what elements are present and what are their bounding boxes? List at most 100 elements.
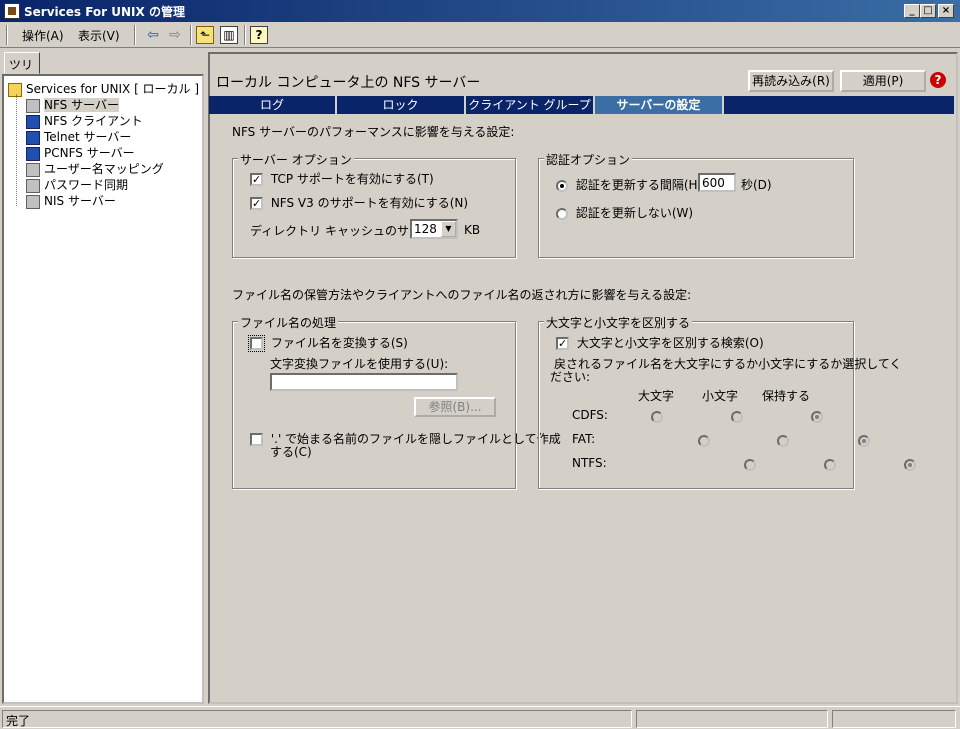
tab-lock[interactable]: ロック: [337, 96, 466, 114]
apply-button[interactable]: 適用(P): [840, 70, 926, 92]
case-description: 戻されるファイル名を大文字にするか小文字にするか選択してく: [554, 357, 902, 371]
tree-connector: [16, 94, 17, 206]
server-options-legend: サーバー オプション: [238, 151, 354, 168]
cache-size-value: 128: [414, 222, 437, 236]
toolbar-separator: [190, 25, 192, 45]
convert-filenames-option[interactable]: ファイル名を変換する(S): [248, 334, 408, 352]
refresh-interval-radio[interactable]: [556, 179, 568, 192]
column-header-keep: 保持する: [762, 389, 811, 403]
row-label-ntfs: NTFS:: [572, 456, 607, 470]
fat-keep-radio[interactable]: [857, 435, 870, 447]
cache-size-unit: KB: [464, 223, 481, 237]
ntfs-lower-radio[interactable]: [823, 459, 836, 471]
dropdown-arrow-icon[interactable]: ▼: [441, 221, 456, 237]
hidden-files-checkbox[interactable]: [250, 433, 263, 446]
nis-icon: [26, 194, 40, 209]
status-panel: [636, 710, 828, 728]
case-search-label: 大文字と小文字を区別する検索(O): [576, 336, 764, 350]
column-header-lower: 小文字: [702, 389, 739, 403]
case-sensitivity-legend: 大文字と小文字を区別する: [544, 314, 693, 331]
menu-view[interactable]: 表示(V): [78, 27, 120, 44]
nfs-v3-checkbox[interactable]: ✓: [250, 197, 263, 210]
help-icon[interactable]: ?: [930, 72, 946, 88]
back-arrow-icon[interactable]: ⇦: [142, 25, 164, 45]
column-header-upper: 大文字: [638, 389, 675, 403]
forward-arrow-icon[interactable]: ⇨: [164, 25, 186, 45]
mapping-icon: [26, 162, 40, 177]
no-refresh-label: 認証を更新しない(W): [575, 206, 694, 220]
nfs-v3-label: NFS V3 のサポートを有効にする(N): [270, 196, 469, 210]
title-bar: Services For UNIX の管理 _ □ ×: [0, 0, 960, 22]
filename-handling-legend: ファイル名の処理: [238, 314, 339, 331]
case-search-option[interactable]: ✓ 大文字と小文字を区別する検索(O): [556, 334, 764, 351]
cache-size-select[interactable]: 128 ▼: [410, 219, 458, 239]
tab-log[interactable]: ログ: [209, 96, 337, 114]
browse-button[interactable]: 参照(B)...: [414, 397, 496, 417]
tree-tab[interactable]: ツリー: [4, 52, 40, 89]
no-refresh-option[interactable]: 認証を更新しない(W): [556, 204, 693, 221]
telnet-icon: [26, 130, 40, 145]
refresh-interval-label: 認証を更新する間隔(H):: [575, 178, 707, 192]
toolbar-grip: [6, 25, 8, 45]
fat-upper-radio[interactable]: [697, 435, 710, 447]
tree-item-label: ユーザー名マッピング: [44, 162, 164, 176]
tree-item-label: Telnet サーバー: [44, 130, 132, 144]
case-search-checkbox[interactable]: ✓: [556, 337, 569, 350]
tree-root-label: Services for UNIX [ ローカル ]: [26, 82, 200, 96]
mapping-file-label: 文字変換ファイルを使用する(U):: [270, 357, 449, 371]
close-button[interactable]: ×: [938, 4, 954, 18]
up-folder-icon[interactable]: ⬑: [196, 26, 214, 44]
tree-item-label: NIS サーバー: [44, 194, 116, 208]
tree-root[interactable]: Services for UNIX [ ローカル ]: [8, 80, 199, 97]
tab-strip: ログ ロック クライアント グループ サーバーの設定: [209, 96, 954, 114]
help-icon[interactable]: ?: [250, 26, 268, 44]
hidden-files-label: '.' で始まる名前のファイルを隠しファイルとして作成: [270, 432, 561, 446]
cdfs-lower-radio[interactable]: [730, 411, 743, 423]
app-icon[interactable]: [4, 3, 20, 19]
maximize-button[interactable]: □: [920, 4, 936, 18]
tree-item-password-sync[interactable]: パスワード同期: [26, 176, 128, 193]
tree-item-nis-server[interactable]: NIS サーバー: [26, 192, 116, 209]
case-description-2: ださい:: [550, 370, 591, 384]
cdfs-upper-radio[interactable]: [651, 411, 663, 423]
tree-item-label: NFS クライアント: [44, 114, 143, 128]
tree-item-pcnfs-server[interactable]: PCNFS サーバー: [26, 144, 135, 161]
toolbar-separator: [244, 25, 246, 45]
minimize-button[interactable]: _: [904, 4, 920, 18]
tab-server-settings[interactable]: サーバーの設定: [595, 96, 724, 114]
performance-intro: NFS サーバーのパフォーマンスに影響を与える設定:: [232, 125, 515, 139]
convert-filenames-checkbox[interactable]: [248, 335, 265, 352]
client-icon: [26, 114, 40, 129]
hidden-files-label-2: する(C): [270, 445, 312, 459]
convert-filenames-label: ファイル名を変換する(S): [270, 336, 408, 350]
no-refresh-radio[interactable]: [556, 207, 568, 220]
tree-item-user-mapping[interactable]: ユーザー名マッピング: [26, 160, 164, 177]
tree-item-telnet-server[interactable]: Telnet サーバー: [26, 128, 131, 145]
ntfs-keep-radio[interactable]: [904, 459, 916, 471]
toolbar-separator: [134, 25, 136, 45]
page-title: ローカル コンピュータ上の NFS サーバー: [216, 75, 481, 91]
server-icon: [26, 98, 40, 113]
pcnfs-icon: [26, 146, 40, 161]
show-hide-tree-icon[interactable]: ▥: [220, 26, 238, 44]
auth-options-legend: 認証オプション: [544, 151, 633, 168]
cdfs-keep-radio[interactable]: [811, 411, 823, 423]
password-sync-icon: [26, 178, 40, 193]
tcp-support-label: TCP サポートを有効にする(T): [270, 172, 434, 186]
mapping-file-input[interactable]: [270, 373, 458, 391]
toolbar: 操作(A) 表示(V) ⇦ ⇨ ⬑ ▥ ?: [0, 22, 960, 48]
refresh-interval-input[interactable]: 600: [698, 173, 736, 192]
tree-item-nfs-client[interactable]: NFS クライアント: [26, 112, 143, 129]
nfs-v3-option[interactable]: ✓ NFS V3 のサポートを有効にする(N): [250, 194, 468, 211]
tab-client-groups[interactable]: クライアント グループ: [466, 96, 595, 114]
ntfs-upper-radio[interactable]: [744, 459, 756, 471]
menu-action[interactable]: 操作(A): [22, 27, 64, 44]
tcp-support-checkbox[interactable]: ✓: [250, 173, 263, 186]
tcp-support-option[interactable]: ✓ TCP サポートを有効にする(T): [250, 170, 434, 187]
reload-button[interactable]: 再読み込み(R): [748, 70, 834, 92]
tree-item-nfs-server[interactable]: NFS サーバー: [26, 96, 119, 113]
fat-lower-radio[interactable]: [777, 435, 789, 447]
refresh-interval-option[interactable]: 認証を更新する間隔(H):: [556, 176, 706, 193]
tree-item-label: PCNFS サーバー: [44, 146, 135, 160]
row-label-fat: FAT:: [572, 432, 596, 446]
